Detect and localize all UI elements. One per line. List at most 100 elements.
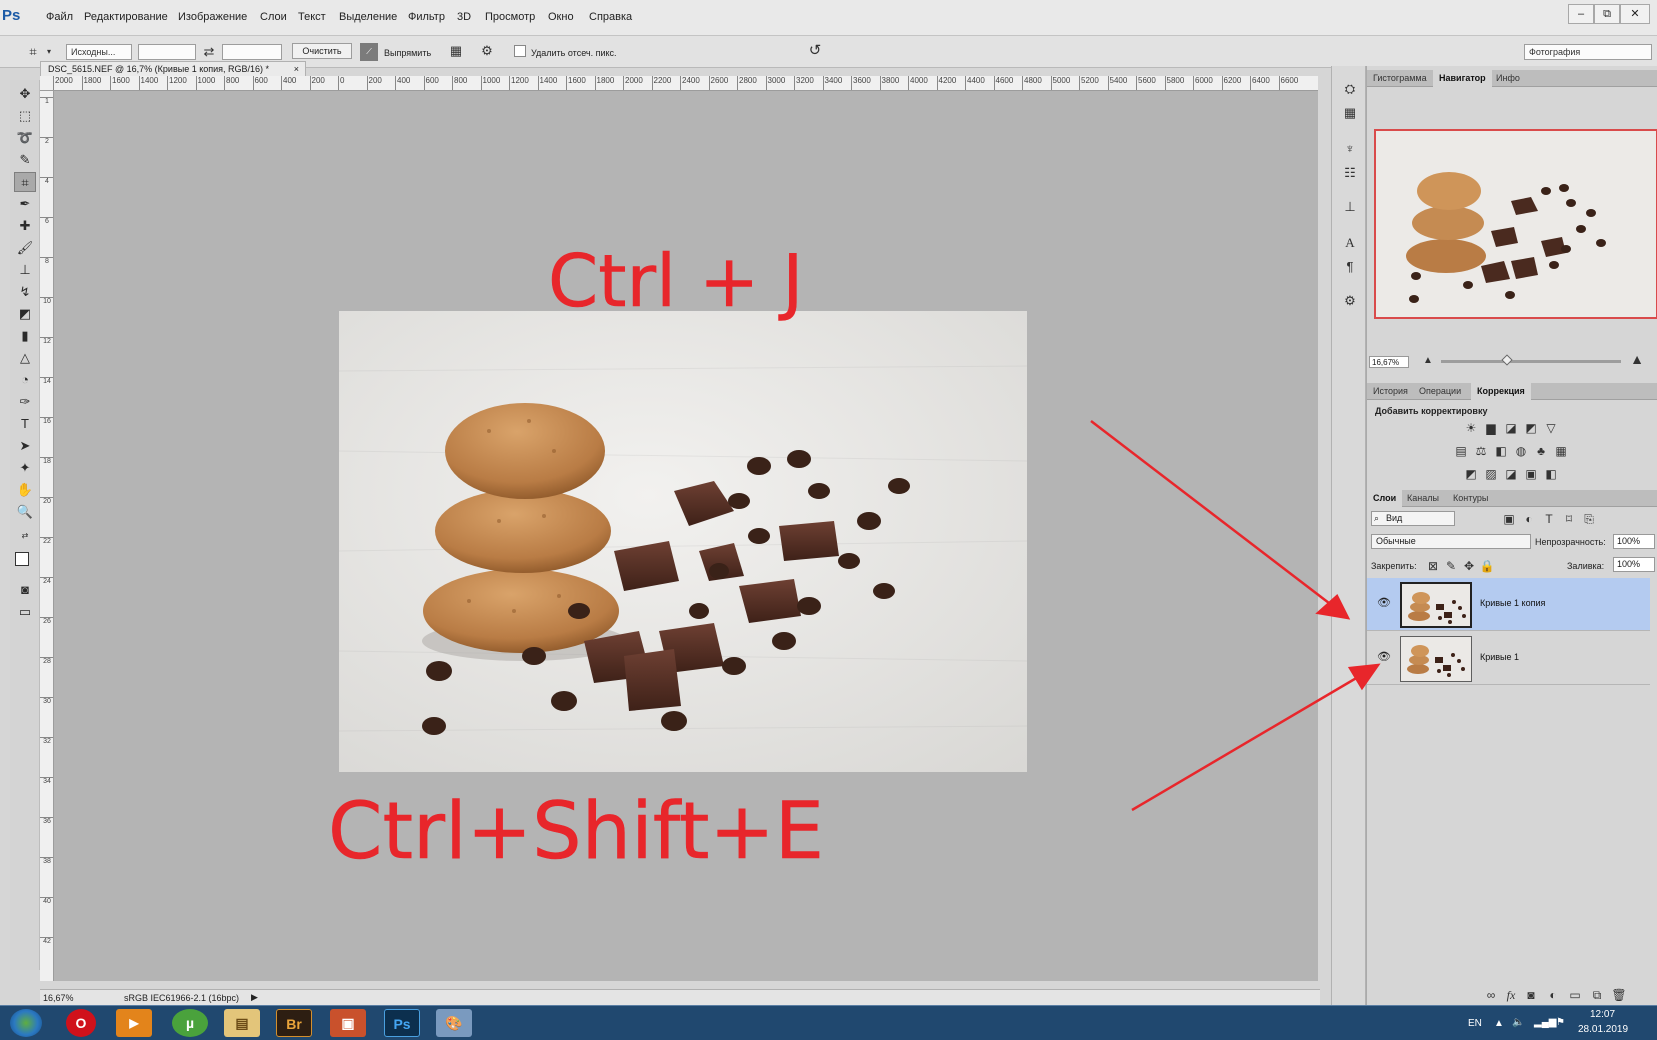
shape-tool-icon[interactable]: ✦ (14, 458, 36, 478)
close-icon[interactable]: × (294, 62, 299, 77)
chevron-down-icon[interactable]: ▾ (44, 44, 54, 60)
menu-filter[interactable]: Фильтр (408, 11, 445, 23)
brush-tool-icon[interactable]: 🖌 (14, 238, 36, 258)
layer-style-icon[interactable]: fx (1503, 988, 1519, 1002)
menu-window[interactable]: Окно (548, 11, 574, 23)
channel-mixer-icon[interactable]: ♣ (1533, 444, 1549, 458)
minimize-button[interactable]: – (1568, 4, 1594, 24)
bridge-icon[interactable]: Br (276, 1009, 312, 1037)
layer-mask-icon[interactable]: ◙ (1523, 988, 1539, 1002)
photoshop-taskbar-icon[interactable]: Ps (384, 1009, 420, 1037)
delete-cropped-checkbox[interactable] (514, 45, 526, 57)
move-tool-icon[interactable]: ✥ (14, 84, 36, 104)
document-tab[interactable]: DSC_5615.NEF @ 16,7% (Кривые 1 копия, RG… (40, 61, 306, 77)
properties-panel-icon[interactable]: ☷ (1339, 164, 1361, 182)
tab-layers[interactable]: Слои (1367, 490, 1403, 507)
type-tool-icon[interactable]: T (14, 414, 36, 434)
quick-mask-icon[interactable]: ◙ (14, 580, 36, 600)
gradient-tool-icon[interactable]: ▮ (14, 326, 36, 346)
tab-actions[interactable]: Операции (1413, 383, 1467, 400)
marquee-tool-icon[interactable]: ⬚ (14, 106, 36, 126)
gear-icon[interactable]: ⚙ (478, 43, 496, 59)
start-button-icon[interactable] (10, 1009, 42, 1037)
layer-row[interactable]: 👁 Кривые 1 копия (1367, 578, 1650, 631)
navigator-slider-handle[interactable] (1501, 354, 1513, 366)
blur-tool-icon[interactable]: △ (14, 348, 36, 368)
lock-transparency-icon[interactable]: ⊠ (1425, 559, 1441, 573)
utorrent-icon[interactable]: µ (172, 1009, 208, 1037)
dodge-tool-icon[interactable]: ◔ (14, 370, 36, 390)
zoom-out-icon[interactable]: ▲ (1422, 353, 1434, 369)
black-white-icon[interactable]: ◧ (1493, 444, 1509, 458)
layer-name[interactable]: Кривые 1 (1480, 652, 1519, 662)
invert-icon[interactable]: ◩ (1463, 467, 1479, 481)
eraser-tool-icon[interactable]: ◩ (14, 304, 36, 324)
new-group-icon[interactable]: ▭ (1567, 988, 1583, 1002)
status-zoom[interactable]: 16,67% (43, 993, 74, 1003)
lock-all-icon[interactable]: 🔒 (1479, 559, 1495, 573)
vibrance-icon[interactable]: ▽ (1543, 421, 1559, 435)
document-image[interactable] (339, 311, 1027, 772)
clock-date[interactable]: 28.01.2019 (1578, 1024, 1628, 1035)
navigator-zoom-slider[interactable] (1441, 360, 1621, 363)
photo-filter-icon[interactable]: ◍ (1513, 444, 1529, 458)
levels-icon[interactable]: ▆ (1483, 421, 1499, 435)
menu-help[interactable]: Справка (589, 11, 632, 23)
close-button[interactable]: ✕ (1620, 4, 1650, 24)
eyedropper-tool-icon[interactable]: ✒ (14, 194, 36, 214)
zoom-in-icon[interactable]: ▲ (1629, 351, 1645, 367)
brightness-icon[interactable]: ☀ (1463, 421, 1479, 435)
eye-icon[interactable]: 👁 (1377, 650, 1391, 663)
menu-file[interactable]: Файл (46, 11, 73, 23)
stamp-tool-icon[interactable]: ⊥ (14, 260, 36, 280)
paragraph-panel-icon[interactable]: ¶ (1339, 258, 1361, 276)
volume-icon[interactable]: 🔈 (1512, 1017, 1524, 1028)
tool-presets-panel-icon[interactable]: ⚙ (1339, 292, 1361, 310)
exposure-icon[interactable]: ◩ (1523, 421, 1539, 435)
character-panel-icon[interactable]: A (1339, 234, 1361, 252)
color-balance-icon[interactable]: ⚖ (1473, 444, 1489, 458)
pen-tool-icon[interactable]: ✑ (14, 392, 36, 412)
layer-filter-select[interactable]: Вид (1371, 511, 1455, 526)
straighten-label[interactable]: Выпрямить (384, 48, 431, 58)
fill-field[interactable]: 100% (1613, 557, 1655, 572)
paint-icon[interactable]: 🎨 (436, 1009, 472, 1037)
color-lookup-icon[interactable]: ▦ (1553, 444, 1569, 458)
foreground-color-swatch[interactable] (15, 552, 29, 566)
tab-histogram[interactable]: Гистограмма (1367, 70, 1433, 87)
tray-arrow-icon[interactable]: ▲ (1494, 1018, 1504, 1029)
restore-button[interactable]: ⧉ (1594, 4, 1620, 24)
filter-type-icon[interactable]: T (1541, 512, 1557, 526)
3d-panel-icon[interactable]: ⛭ (1339, 80, 1361, 98)
tab-channels[interactable]: Каналы (1401, 490, 1445, 507)
healing-brush-tool-icon[interactable]: ✚ (14, 216, 36, 236)
filter-shape-icon[interactable]: ⌑ (1561, 512, 1577, 526)
tab-adjustments[interactable]: Коррекция (1471, 383, 1531, 400)
screen-mode-icon[interactable]: ▭ (14, 602, 36, 622)
clone-source-panel-icon[interactable]: ⊥ (1339, 198, 1361, 216)
lasso-tool-icon[interactable]: ➰ (14, 128, 36, 148)
grid-overlay-icon[interactable]: ▦ (447, 43, 465, 59)
opera-icon[interactable]: O (66, 1009, 96, 1037)
quick-select-tool-icon[interactable]: ✎ (14, 150, 36, 170)
lock-pixels-icon[interactable]: ✎ (1443, 559, 1459, 573)
language-indicator[interactable]: EN (1468, 1018, 1482, 1029)
selective-color-icon[interactable]: ◧ (1543, 467, 1559, 481)
new-layer-icon[interactable]: ⧉ (1589, 988, 1605, 1002)
tab-info[interactable]: Инфо (1490, 70, 1526, 87)
lock-position-icon[interactable]: ✥ (1461, 559, 1477, 573)
reset-icon[interactable]: ↺ (806, 43, 824, 59)
navigator-zoom-field[interactable]: 16,67% (1369, 356, 1409, 368)
curves-icon[interactable]: ◪ (1503, 421, 1519, 435)
menu-image[interactable]: Изображение (178, 11, 247, 23)
filter-smart-object-icon[interactable]: ⎘ (1581, 512, 1597, 526)
link-layers-icon[interactable]: ∞ (1483, 988, 1499, 1002)
menu-3d[interactable]: 3D (457, 11, 471, 23)
filter-adjustment-icon[interactable]: ◐ (1521, 512, 1537, 526)
height-field[interactable] (222, 44, 282, 60)
menu-layers[interactable]: Слои (260, 11, 287, 23)
menu-view[interactable]: Просмотр (485, 11, 535, 23)
gradient-map-icon[interactable]: ▣ (1523, 467, 1539, 481)
presentation-app-icon[interactable]: ▣ (330, 1009, 366, 1037)
layer-row[interactable]: 👁 Кривые 1 (1367, 632, 1650, 685)
